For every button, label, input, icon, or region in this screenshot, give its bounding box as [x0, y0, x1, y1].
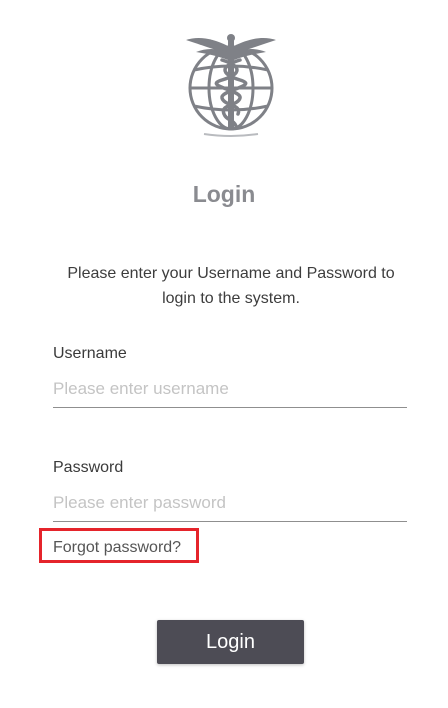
- login-button[interactable]: Login: [157, 620, 304, 664]
- username-label: Username: [53, 345, 127, 362]
- forgot-password-link[interactable]: Forgot password?: [53, 539, 181, 557]
- password-input[interactable]: [53, 485, 407, 522]
- username-input[interactable]: [53, 371, 407, 408]
- page-title: Login: [192, 181, 256, 207]
- instructions-text: Please enter your Username and Password …: [67, 265, 395, 307]
- caduceus-globe-icon: [186, 34, 276, 137]
- login-page: Login Please enter your Username and Pas…: [0, 0, 448, 708]
- password-label: Password: [53, 459, 124, 476]
